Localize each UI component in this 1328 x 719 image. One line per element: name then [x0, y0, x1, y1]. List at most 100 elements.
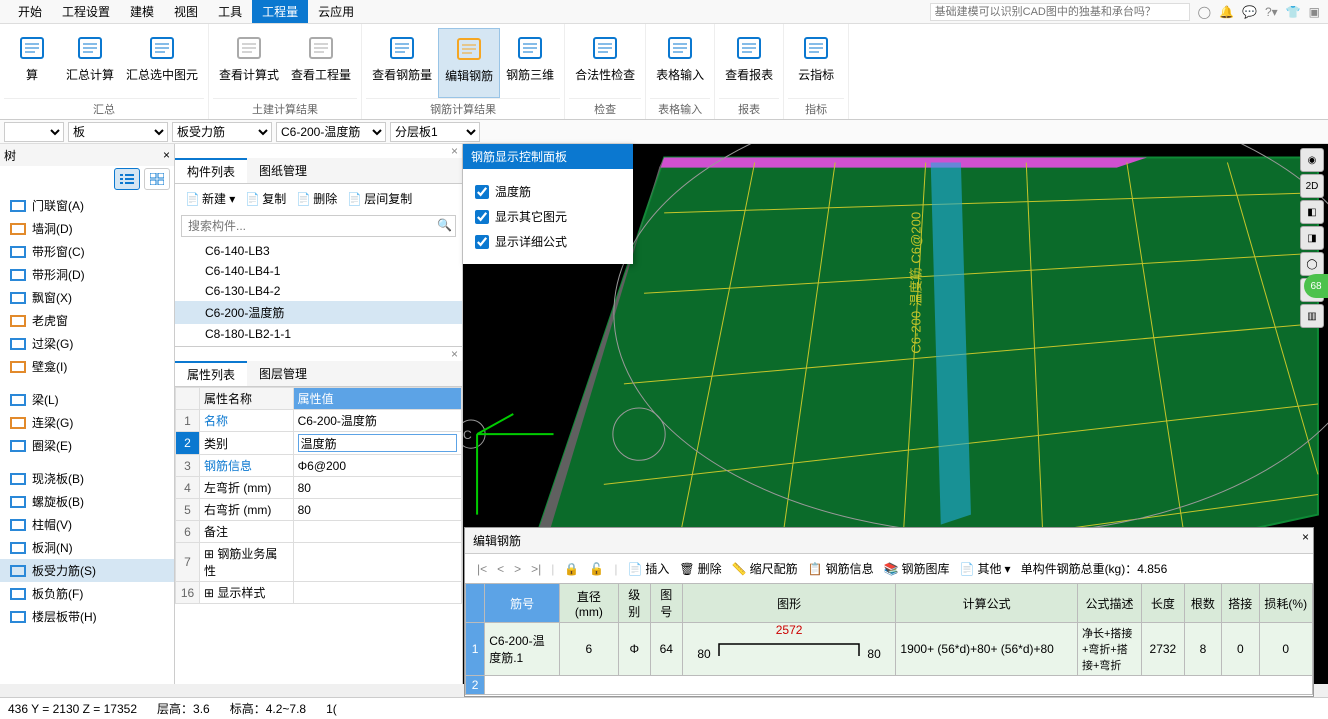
property-table[interactable]: 属性名称属性值 1名称C6-200-温度筋2类别3钢筋信息Φ6@2004左弯折 … — [175, 387, 462, 604]
nav-item-13[interactable]: 现浇板(B) — [0, 467, 174, 490]
box-icon[interactable]: ▣ — [1309, 5, 1320, 19]
property-close-icon[interactable]: × — [175, 347, 462, 361]
rebar-row-1[interactable]: 1 C6-200-温度筋.1 6 Φ 64 80 2572 80 1900+ (… — [466, 623, 1313, 676]
nav-item-4[interactable]: 飘窗(X) — [0, 286, 174, 309]
navigator-close-icon[interactable]: × — [163, 148, 170, 162]
prop-value[interactable] — [293, 582, 461, 604]
checkbox[interactable] — [475, 185, 489, 199]
shirt-icon[interactable]: 👕 — [1286, 5, 1301, 19]
prop-value[interactable] — [293, 543, 461, 582]
menu-project-settings[interactable]: 工程设置 — [52, 0, 120, 23]
tab-component-list[interactable]: 构件列表 — [175, 158, 247, 183]
rebar-check[interactable]: 显示其它图元 — [475, 204, 621, 229]
menu-start[interactable]: 开始 — [8, 0, 52, 23]
view-2d-button[interactable]: 2D — [1300, 174, 1324, 198]
selector-1[interactable]: 板 — [68, 122, 168, 142]
nav-list-view-button[interactable] — [114, 168, 140, 190]
nav-item-2[interactable]: 带形窗(C) — [0, 240, 174, 263]
sum-select-button[interactable]: 汇总选中图元 — [120, 28, 204, 98]
nav-item-6[interactable]: 过梁(G) — [0, 332, 174, 355]
search-icon[interactable]: 🔍 — [437, 218, 452, 232]
nav-item-17[interactable]: 板受力筋(S) — [0, 559, 174, 582]
rebar-info-button[interactable]: 📋 钢筋信息 — [808, 560, 874, 577]
menu-quantity[interactable]: 工程量 — [252, 0, 308, 23]
prop-value[interactable]: 80 — [293, 477, 461, 499]
view-rebar-button[interactable]: 查看钢筋量 — [366, 28, 438, 98]
chat-icon[interactable]: 💬 — [1242, 5, 1257, 19]
nav-item-14[interactable]: 螺旋板(B) — [0, 490, 174, 513]
other-button[interactable]: 📄 其他 ▾ — [960, 560, 1011, 577]
nav-item-15[interactable]: 柱帽(V) — [0, 513, 174, 536]
user-icon[interactable]: ◯ — [1198, 5, 1211, 19]
rebar-editor-close-icon[interactable]: × — [1302, 530, 1309, 544]
cloud-index-button[interactable]: 云指标 — [788, 28, 844, 98]
menu-view[interactable]: 视图 — [164, 0, 208, 23]
prop-value[interactable]: Φ6@200 — [293, 455, 461, 477]
prop-value[interactable]: 80 — [293, 499, 461, 521]
copy-button[interactable]: 📄 复制 — [241, 188, 290, 209]
navigator-tree[interactable]: 门联窗(A)墙洞(D)带形窗(C)带形洞(D)飘窗(X)老虎窗过梁(G)壁龛(I… — [0, 192, 174, 684]
delete-button[interactable]: 🗑 删除 — [679, 560, 721, 577]
view-engqty-button[interactable]: 查看工程量 — [285, 28, 357, 98]
rebar-check[interactable]: 显示详细公式 — [475, 229, 621, 254]
nav-item-11[interactable]: 圈梁(E) — [0, 434, 174, 457]
component-item[interactable]: C8-180-LB2-1-1 — [175, 324, 462, 344]
view-cube-icon[interactable]: ◧ — [1300, 200, 1324, 224]
legal-check-button[interactable]: 合法性检查 — [569, 28, 641, 98]
view-orbit-icon[interactable]: ◉ — [1300, 148, 1324, 172]
view-settings-icon[interactable]: ▥ — [1300, 304, 1324, 328]
rebar-row-2[interactable]: 2 — [466, 676, 1313, 695]
help-search-input[interactable] — [930, 3, 1190, 21]
menu-cloud[interactable]: 云应用 — [308, 0, 364, 23]
insert-button[interactable]: 📄 插入 — [627, 560, 669, 577]
prop-value[interactable] — [293, 432, 461, 455]
selector-0[interactable] — [4, 122, 64, 142]
sum-calc-button[interactable]: 汇总计算 — [60, 28, 120, 98]
tab-layers[interactable]: 图层管理 — [247, 361, 319, 386]
selector-4[interactable]: 分层板1 — [390, 122, 480, 142]
table-input-button[interactable]: 表格输入 — [650, 28, 710, 98]
nav-item-3[interactable]: 带形洞(D) — [0, 263, 174, 286]
selector-2[interactable]: 板受力筋 — [172, 122, 272, 142]
view-badge[interactable]: 68 — [1304, 274, 1328, 298]
nav-item-16[interactable]: 板洞(N) — [0, 536, 174, 559]
nav-item-1[interactable]: 墙洞(D) — [0, 217, 174, 240]
nav-last[interactable]: >| — [531, 562, 541, 576]
prop-value[interactable] — [293, 521, 461, 543]
nav-item-19[interactable]: 楼层板带(H) — [0, 605, 174, 628]
nav-item-7[interactable]: 壁龛(I) — [0, 355, 174, 378]
delete-button[interactable]: 📄 删除 — [292, 188, 341, 209]
component-search-input[interactable] — [181, 215, 456, 237]
bell-icon[interactable]: 🔔 — [1219, 5, 1234, 19]
scale-button[interactable]: 📏 缩尺配筋 — [732, 560, 798, 577]
edit-rebar-button[interactable]: 编辑钢筋 — [438, 28, 500, 98]
calc-button[interactable]: 算 — [4, 28, 60, 98]
tab-properties[interactable]: 属性列表 — [175, 361, 247, 386]
rebar-check[interactable]: 温度筋 — [475, 179, 621, 204]
nav-prev[interactable]: < — [497, 562, 504, 576]
rebar-library-button[interactable]: 📚 钢筋图库 — [884, 560, 950, 577]
menu-modeling[interactable]: 建模 — [120, 0, 164, 23]
tab-drawing-mgmt[interactable]: 图纸管理 — [247, 158, 319, 183]
help-icon[interactable]: ?▾ — [1265, 5, 1278, 19]
prop-value-input[interactable] — [298, 434, 457, 452]
nav-next[interactable]: > — [514, 562, 521, 576]
view-formula-button[interactable]: 查看计算式 — [213, 28, 285, 98]
checkbox[interactable] — [475, 235, 489, 249]
nav-item-10[interactable]: 连梁(G) — [0, 411, 174, 434]
lock-icon[interactable]: 🔒 — [564, 562, 579, 576]
menu-tools[interactable]: 工具 — [208, 0, 252, 23]
selector-3[interactable]: C6-200-温度筋 — [276, 122, 386, 142]
unlock-icon[interactable]: 🔓 — [589, 562, 604, 576]
nav-grid-view-button[interactable] — [144, 168, 170, 190]
component-item[interactable]: C6-140-LB3 — [175, 241, 462, 261]
component-item[interactable]: C6-130-LB4-2 — [175, 281, 462, 301]
rebar-table[interactable]: 筋号直径(mm)级别图号图形计算公式公式描述长度根数搭接损耗(%) 1 C6-2… — [465, 583, 1313, 695]
nav-item-9[interactable]: 梁(L) — [0, 388, 174, 411]
new-button[interactable]: 📄 新建 ▾ — [181, 188, 239, 209]
prop-value[interactable]: C6-200-温度筋 — [293, 410, 461, 432]
nav-item-0[interactable]: 门联窗(A) — [0, 194, 174, 217]
view-box-icon[interactable]: ◨ — [1300, 226, 1324, 250]
rebar-3d-button[interactable]: 钢筋三维 — [500, 28, 560, 98]
component-close-icon[interactable]: × — [175, 144, 462, 158]
